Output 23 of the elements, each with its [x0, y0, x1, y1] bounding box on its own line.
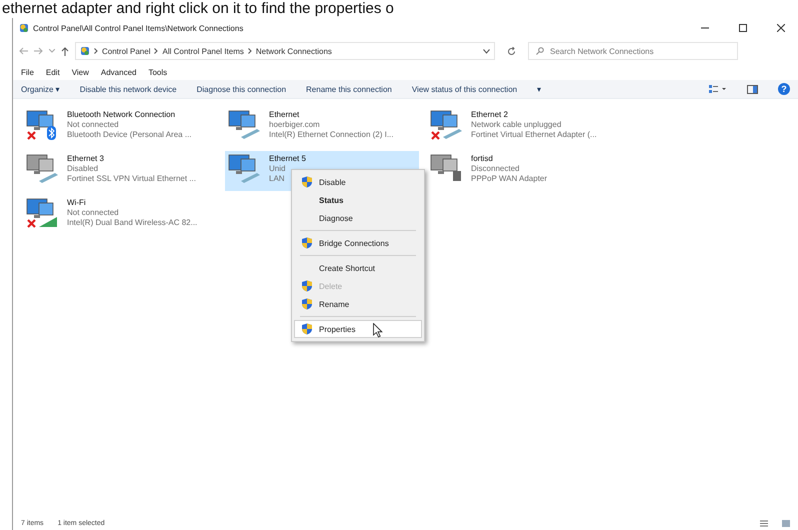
connection-status: hoerbiger.com: [269, 120, 321, 129]
connection-device: Bluetooth Device (Personal Area ...: [67, 130, 192, 139]
connection-name: fortisd: [471, 154, 494, 163]
connection-name: Ethernet: [269, 110, 300, 119]
connection-device: Intel(R) Ethernet Connection (2) I...: [269, 130, 394, 139]
connection-status: Disabled: [67, 164, 100, 173]
connection-status: Disconnected: [471, 164, 520, 173]
connection-device: LAN: [269, 174, 286, 183]
connection-device: PPPoP WAN Adapter: [471, 174, 548, 183]
caption-text: ethernet adapter and right click on it to find the properties o: [1, 0, 395, 18]
connection-status: Not connected: [67, 120, 120, 129]
connection-status: Network cable unplugged: [471, 120, 562, 129]
connection-name: Ethernet 3: [67, 154, 105, 163]
connection-device: Fortinet SSL VPN Virtual Ethernet ...: [67, 174, 196, 183]
connection-name: Wi-Fi: [67, 198, 87, 207]
connection-status: Not connected: [67, 208, 120, 217]
connection-name: Ethernet 2: [471, 110, 509, 119]
connection-status: Unid: [269, 164, 286, 173]
connection-name: Ethernet 5: [269, 154, 306, 163]
connection-device: Fortinet Virtual Ethernet Adapter (...: [471, 130, 597, 139]
connection-name: Bluetooth Network Connection: [67, 110, 176, 119]
window-title: Control Panel\All Control Panel Items\Network Connections: [33, 24, 244, 32]
connection-device: Intel(R) Dual Band Wireless-AC 82...: [67, 218, 198, 227]
